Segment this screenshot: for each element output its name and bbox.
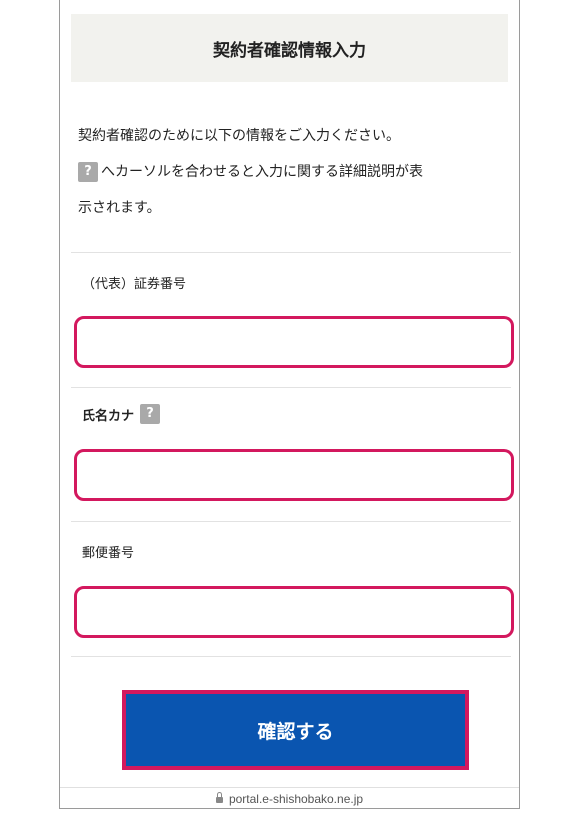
phone-frame: 契約者確認情報入力 契約者確認のために以下の情報をご入力ください。 ? へカーソル…	[59, 0, 520, 809]
name-kana-help-icon[interactable]: ?	[140, 404, 161, 424]
intro-line-2: ? へカーソルを合わせると入力に関する詳細説明が表	[78, 154, 508, 190]
lock-icon	[215, 792, 223, 803]
securities-number-input[interactable]	[74, 316, 514, 368]
divider	[71, 252, 511, 253]
name-kana-input[interactable]	[74, 449, 514, 501]
submit-highlight: 確認する	[122, 690, 469, 770]
intro-line-2-text: へカーソルを合わせると入力に関する詳細説明が表	[101, 164, 423, 180]
intro-line-1: 契約者確認のために以下の情報をご入力ください。	[78, 128, 400, 144]
divider	[71, 656, 511, 657]
divider	[71, 521, 511, 522]
browser-url-bar[interactable]: portal.e-shishobako.ne.jp	[60, 787, 519, 810]
name-kana-label: 氏名カナ	[82, 408, 135, 424]
intro-text: 契約者確認のために以下の情報をご入力ください。 ? へカーソルを合わせると入力に関…	[78, 118, 508, 226]
confirm-button[interactable]: 確認する	[126, 694, 465, 766]
postal-code-label: 郵便番号	[82, 546, 135, 561]
name-kana-label-row: 氏名カナ ?	[82, 404, 163, 424]
intro-line-3: 示されます。	[78, 200, 161, 216]
url-text: portal.e-shishobako.ne.jp	[228, 792, 364, 806]
postal-code-input[interactable]	[74, 586, 514, 638]
help-icon: ?	[78, 162, 98, 182]
page-title: 契約者確認情報入力	[71, 14, 508, 82]
securities-number-label: （代表）証券番号	[82, 277, 187, 292]
divider	[71, 387, 511, 388]
